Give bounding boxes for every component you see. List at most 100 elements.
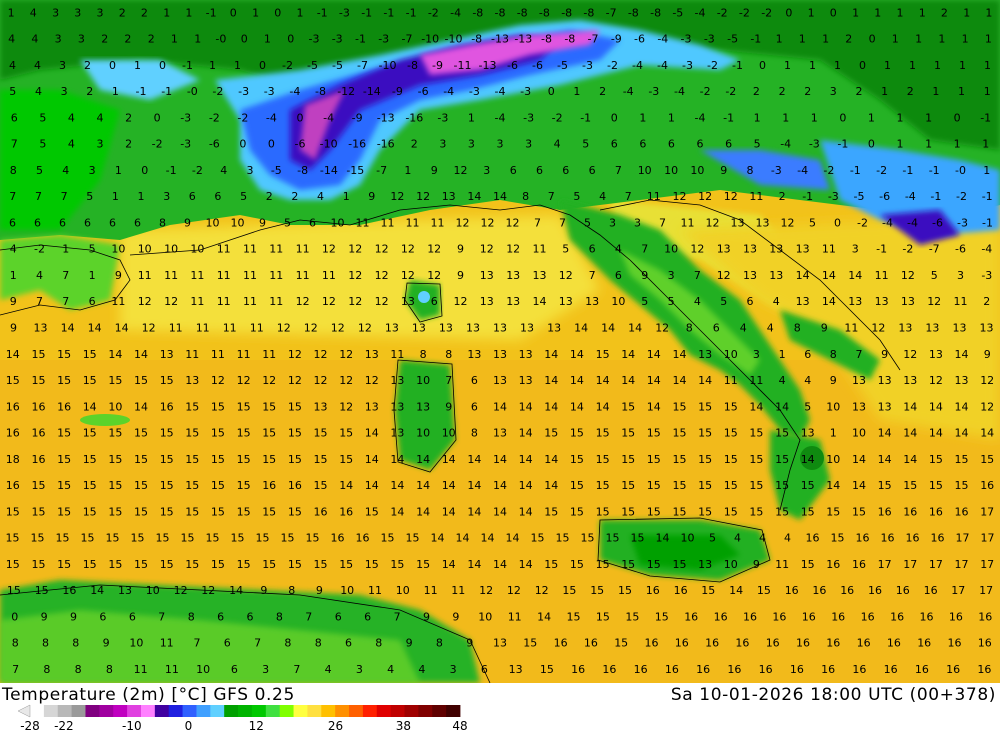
temperature-value: -1 xyxy=(982,216,993,229)
temperature-value: -8 xyxy=(472,6,483,19)
temperature-value: 16 xyxy=(262,479,276,492)
temperature-value: 0 xyxy=(268,138,275,151)
temperature-value: 1 xyxy=(468,111,475,124)
temperature-value: 15 xyxy=(596,348,610,361)
temperature-value: 9 xyxy=(431,164,438,177)
temperature-value: 15 xyxy=(625,611,639,624)
temperature-value: 14 xyxy=(88,322,102,335)
temperature-value: -9 xyxy=(352,111,363,124)
temperature-value: 14 xyxy=(955,427,969,440)
temperature-value: -1 xyxy=(837,138,848,151)
temperature-value: 6 xyxy=(129,611,136,624)
temperature-value: 14 xyxy=(601,322,615,335)
temperature-value: 6 xyxy=(431,295,438,308)
temperature-value: 5 xyxy=(39,138,46,151)
temperature-value: 14 xyxy=(442,558,456,571)
chart-title: Temperature (2m) [°C] GFS 0.25 xyxy=(2,685,295,705)
temperature-value: 16 xyxy=(802,611,816,624)
temperature-value: 16 xyxy=(684,611,698,624)
temperature-value: 15 xyxy=(673,400,687,413)
temperature-value: 16 xyxy=(826,558,840,571)
temperature-value: 8 xyxy=(42,637,49,650)
temperature-value: 15 xyxy=(929,479,943,492)
temperature-value: 6 xyxy=(639,138,646,151)
temperature-value: 13 xyxy=(743,243,757,256)
temperature-value: -4 xyxy=(450,6,461,19)
temperature-value: 8 xyxy=(436,637,443,650)
temperature-value: 14 xyxy=(955,400,969,413)
temperature-value: 12 xyxy=(322,243,336,256)
temperature-value: 10 xyxy=(690,164,704,177)
temperature-value: 15 xyxy=(108,558,122,571)
temperature-value: 15 xyxy=(647,505,661,518)
temperature-value: -8 xyxy=(539,6,550,19)
temperature-value: 15 xyxy=(185,400,199,413)
temperature-value: 16 xyxy=(584,637,598,650)
temperature-value: 12 xyxy=(673,190,687,203)
temperature-value: 14 xyxy=(519,400,533,413)
temperature-value: 11 xyxy=(508,611,522,624)
temperature-value: 8 xyxy=(375,637,382,650)
temperature-value: 13 xyxy=(185,374,199,387)
temperature-value: 15 xyxy=(416,558,430,571)
temperature-value: -2 xyxy=(717,6,728,19)
temperature-value: 3 xyxy=(78,33,85,46)
temperature-value: 14 xyxy=(929,400,943,413)
temperature-value: 16 xyxy=(714,611,728,624)
temperature-value: 10 xyxy=(331,216,345,229)
corsica-cold-peak xyxy=(418,291,430,303)
temperature-value: 4 xyxy=(8,33,15,46)
legend-swatch xyxy=(376,705,392,717)
temperature-value: -6 xyxy=(295,138,306,151)
footer-bar: Temperature (2m) [°C] GFS 0.25 Sa 10-01-… xyxy=(0,683,1000,733)
temperature-value: 3 xyxy=(753,348,760,361)
temperature-value: -1 xyxy=(361,6,372,19)
temperature-value: 3 xyxy=(247,164,254,177)
temperature-value: 14 xyxy=(467,505,481,518)
temperature-value: 16 xyxy=(675,637,689,650)
temperature-value: 14 xyxy=(796,269,810,282)
temperature-value: 13 xyxy=(852,374,866,387)
temperature-value: 12 xyxy=(211,374,225,387)
legend-swatch xyxy=(168,705,183,717)
temperature-value: 4 xyxy=(694,295,701,308)
temperature-value: 16 xyxy=(924,584,938,597)
temperature-value: 14 xyxy=(467,479,481,492)
legend-tick-label: 12 xyxy=(249,719,264,733)
temperature-value: 15 xyxy=(621,453,635,466)
temperature-value: 16 xyxy=(980,479,994,492)
temperature-value: 15 xyxy=(339,453,353,466)
temperature-value: 15 xyxy=(562,584,576,597)
temperature-value: 8 xyxy=(284,637,291,650)
temperature-value: 8 xyxy=(72,637,79,650)
temperature-value: 0 xyxy=(611,111,618,124)
temperature-value: 9 xyxy=(259,216,266,229)
temperature-value: 12 xyxy=(348,269,362,282)
temperature-value: 14 xyxy=(90,584,104,597)
temperature-value: -4 xyxy=(443,85,454,98)
temperature-value: 1 xyxy=(874,6,881,19)
temperature-value: 6 xyxy=(109,216,116,229)
temperature-value: 15 xyxy=(211,558,225,571)
temperature-value: 9 xyxy=(70,611,77,624)
temperature-value: 11 xyxy=(160,637,174,650)
temperature-value: 1 xyxy=(919,6,926,19)
temperature-value: 16 xyxy=(884,663,898,676)
legend-tick-label: 38 xyxy=(396,719,411,733)
temperature-value: 13 xyxy=(796,243,810,256)
temperature-value: 3 xyxy=(61,85,68,98)
temperature-value: 14 xyxy=(903,400,917,413)
legend-swatch xyxy=(390,705,405,717)
run-timestamp: Sa 10-01-2026 18:00 UTC (00+378) xyxy=(670,685,996,705)
temperature-value: 1 xyxy=(985,33,992,46)
temperature-value: -9 xyxy=(392,85,403,98)
temperature-value: 15 xyxy=(647,427,661,440)
temperature-value: 17 xyxy=(878,558,892,571)
temperature-value: 16 xyxy=(160,400,174,413)
temperature-value: 8 xyxy=(471,427,478,440)
temperature-value: 15 xyxy=(160,427,174,440)
temperature-value: 15 xyxy=(581,532,595,545)
temperature-value: 2 xyxy=(125,111,132,124)
temperature-value: 15 xyxy=(570,505,584,518)
temperature-value: 12 xyxy=(339,348,353,361)
